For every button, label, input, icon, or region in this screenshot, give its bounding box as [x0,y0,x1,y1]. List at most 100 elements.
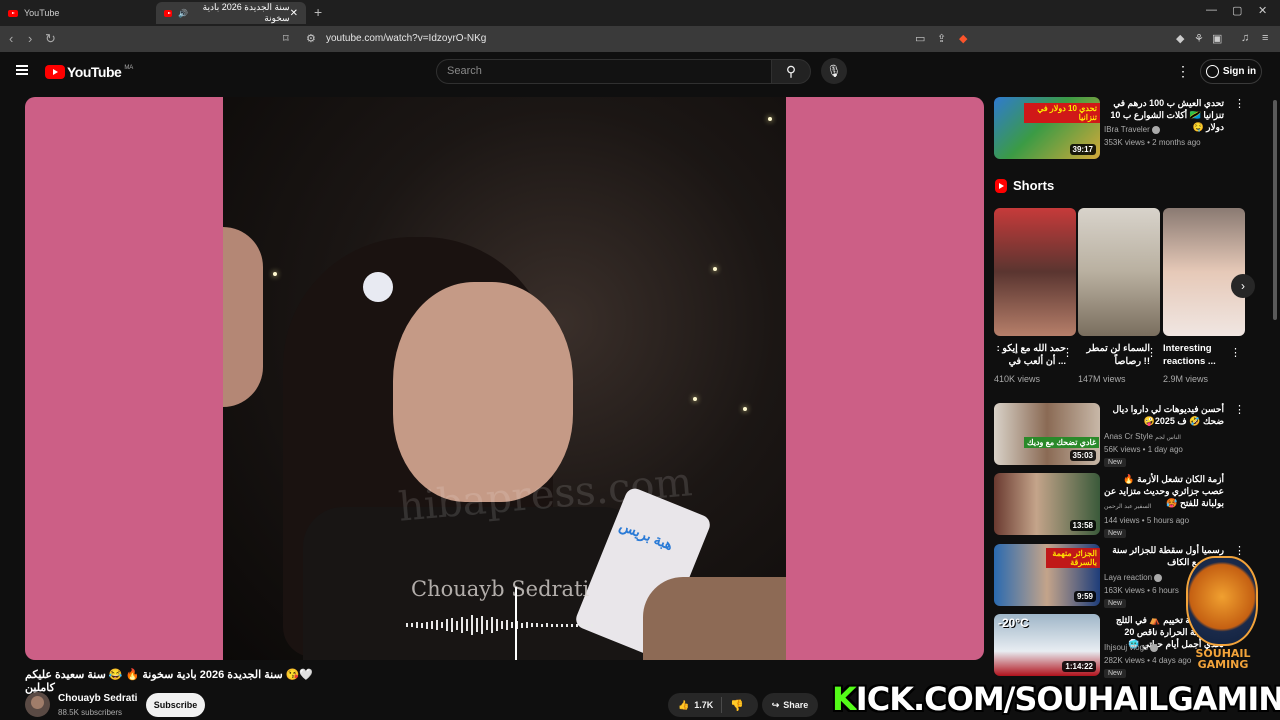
short-title[interactable]: حمد الله مع إيكو : ... أن ألعب في [994,342,1066,368]
search-box [436,59,772,84]
youtube-logo[interactable]: YouTube MA [45,64,133,80]
channel-name[interactable]: Ihjsouj vlogs [1104,643,1159,652]
voice-search-button[interactable]: 🎙 [821,58,847,84]
channel-label: IBra Traveler [1104,125,1150,134]
channel-name[interactable]: السفير عبد الرحمن [1104,503,1151,510]
youtube-favicon-icon [164,9,173,17]
video-player[interactable]: hibapress.com هبة بريس Chouayb Sedrati [25,97,984,660]
url-text[interactable]: youtube.com/watch?v=IdzoyrO-NKg [326,33,486,44]
menu-icon[interactable] [16,65,28,75]
media-icon[interactable]: ♫ [1241,32,1249,44]
reload-icon[interactable]: ↻ [45,31,56,47]
extensions-icon[interactable]: ⚘ [1194,32,1204,45]
dislike-button[interactable]: 👎 [722,699,752,712]
wallet-icon[interactable]: ◆ [1176,32,1184,45]
tab-label: YouTube [24,8,60,18]
browser-menu-icon[interactable]: ≡ [1262,32,1268,44]
close-window-button[interactable]: ✕ [1258,4,1267,17]
waveform-playhead [515,587,517,660]
channel-name[interactable]: Chouayb Sedrati [58,693,137,704]
more-options-icon[interactable]: ⋮ [1062,346,1073,359]
channel-label: Ihjsouj vlogs [1104,643,1149,652]
speaker-icon[interactable]: 🔊 [178,9,188,18]
video-duration: 35:03 [1069,450,1096,461]
recommended-video[interactable]: 13:58 أزمة الكان تشعل الأزمة 🔥 عصب جزائر… [994,473,1244,538]
kick-k-letter: K [832,680,857,718]
video-duration: 9:59 [1073,591,1096,602]
microphone-icon: 🎙 [826,64,842,78]
like-button[interactable]: 👍 1.7K [668,697,723,713]
sidebar-scrollbar[interactable] [1273,100,1277,320]
more-options-icon[interactable]: ⋮ [1146,346,1157,359]
site-info-icon[interactable]: ⚙ [306,32,316,45]
youtube-play-icon [45,65,65,79]
maximize-button[interactable]: ▢ [1232,4,1242,17]
back-icon[interactable]: ‹ [9,31,13,46]
video-thumbnail[interactable]: الجزائر متهمة بالسرقة 9:59 [994,544,1100,606]
brave-shield-icon[interactable]: ◆ [959,32,967,45]
search-icon: ⚲ [785,63,797,79]
forward-icon[interactable]: › [28,31,32,46]
recommended-video[interactable]: تحدي 10 دولار في تنزانيا 39:17 تحدي العي… [994,97,1245,159]
logo-text: YouTube [67,64,122,80]
short-thumbnail[interactable] [1163,208,1245,336]
short-title[interactable]: السماء لن تمطر !! رصاصاً [1078,342,1150,368]
sidebar-toggle-icon[interactable]: ▣ [1212,32,1222,45]
chevron-right-icon: › [1241,279,1245,293]
short-thumbnail[interactable] [994,208,1076,336]
settings-menu-icon[interactable]: ⋮ [1176,63,1190,80]
recommended-video[interactable]: غادي تضحك مع وديك 35:03 أحسن فيديوهات لي… [994,403,1245,467]
new-badge: New [1104,669,1127,678]
thumbnail-text: الجزائر متهمة بالسرقة [1046,548,1100,568]
like-count: 1.7K [694,700,714,710]
video-duration: 13:58 [1069,520,1096,531]
souhail-gaming-badge: SOUHAIL GAMING [1178,556,1268,676]
search-button[interactable]: ⚲ [771,59,811,84]
bookmark-icon[interactable]: ⌑ [283,32,289,45]
channel-label: Anas Cr Style [1104,432,1153,441]
share-page-icon[interactable]: ⇪ [937,32,946,45]
short-thumbnail[interactable] [1078,208,1160,336]
video-meta: 353K views • 2 months ago [1104,138,1201,147]
tab-youtube[interactable]: YouTube [0,2,150,24]
badge-text: SOUHAIL GAMING [1178,648,1268,670]
shorts-label: Shorts [1013,178,1055,193]
video-title[interactable]: أحسن فيديوهات لي داروا ديال ضحك 🤣 ف 2025… [1104,403,1224,427]
sign-in-button[interactable]: Sign in [1200,59,1262,84]
cast-icon[interactable]: ▭ [915,32,925,45]
more-options-icon[interactable]: ⋮ [1234,97,1245,110]
verified-icon [1151,125,1160,134]
close-tab-icon[interactable]: ✕ [290,8,298,19]
shorts-header: Shorts [995,178,1054,193]
person-face [393,282,573,502]
share-button[interactable]: ↪ Share [762,693,818,717]
channel-name[interactable]: Laya reaction [1104,573,1163,582]
shorts-next-button[interactable]: › [1231,274,1255,298]
more-options-icon[interactable]: ⋮ [1234,403,1245,416]
audio-waveform [406,614,601,636]
badge-line-2: GAMING [1197,658,1249,671]
video-thumbnail[interactable]: 13:58 [994,473,1100,535]
street-light [768,117,772,121]
search-input[interactable] [437,60,771,82]
channel-name[interactable]: IBra Traveler [1104,125,1160,134]
channel-avatar[interactable] [25,692,50,717]
street-light [273,272,277,276]
subscribe-button[interactable]: Subscribe [146,693,205,717]
more-options-icon[interactable]: ⋮ [1230,346,1241,359]
channel-name[interactable]: Anas Cr Style الناس لجم [1104,432,1181,441]
new-tab-button[interactable]: + [314,4,322,20]
video-thumbnail[interactable]: تحدي 10 دولار في تنزانيا 39:17 [994,97,1100,159]
share-label: Share [783,700,809,710]
tab-active-video[interactable]: 🔊 سنة الجديدة 2026 بادية سخونة ✕ [156,2,306,24]
browser-address-bar: ‹ › ↻ ⌑ ⚙ youtube.com/watch?v=IdzoyrO-NK… [0,26,1280,52]
video-thumbnail[interactable]: غادي تضحك مع وديك 35:03 [994,403,1100,465]
shorts-icon [995,178,1007,193]
like-dislike-group: 👍 1.7K 👎 [668,693,758,717]
short-title[interactable]: Interesting reactions ... [1163,342,1235,368]
share-icon: ↪ [771,699,780,710]
minimize-button[interactable]: — [1206,4,1217,16]
youtube-favicon-icon [8,9,18,17]
browser-tab-bar: YouTube 🔊 سنة الجديدة 2026 بادية سخونة ✕… [0,0,1280,26]
video-thumbnail[interactable]: -20°C 1:14:22 [994,614,1100,676]
